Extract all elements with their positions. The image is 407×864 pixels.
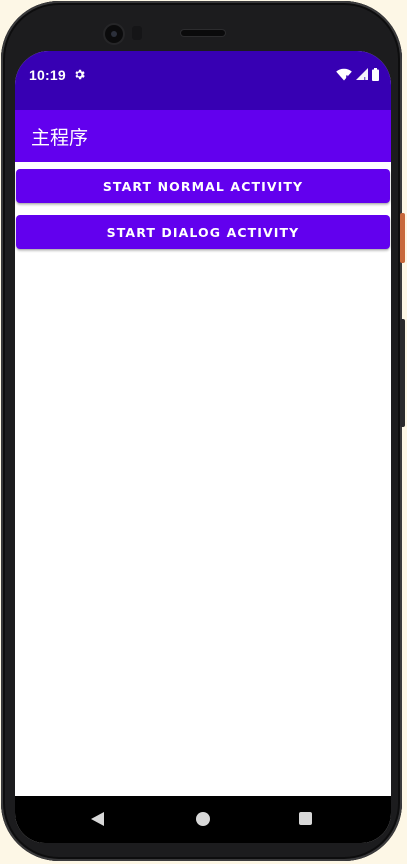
status-icons bbox=[336, 67, 379, 81]
front-camera bbox=[105, 25, 123, 43]
start-dialog-activity-button[interactable]: START DIALOG ACTIVITY bbox=[16, 215, 390, 249]
screen: 10:19 主程序 START NORMAL ACTIVITY START DI… bbox=[15, 51, 391, 843]
phone-frame: 10:19 主程序 START NORMAL ACTIVITY START DI… bbox=[1, 1, 405, 861]
proximity-sensor bbox=[132, 26, 142, 40]
recents-icon[interactable] bbox=[299, 812, 312, 825]
navigation-bar bbox=[15, 796, 391, 843]
app-bar: 主程序 bbox=[15, 110, 391, 162]
app-title: 主程序 bbox=[31, 127, 89, 149]
back-icon[interactable] bbox=[91, 812, 104, 826]
home-icon[interactable] bbox=[196, 812, 210, 826]
volume-rocker[interactable] bbox=[400, 319, 405, 427]
earpiece-speaker bbox=[181, 30, 225, 36]
start-normal-activity-button[interactable]: START NORMAL ACTIVITY bbox=[16, 169, 390, 203]
power-button[interactable] bbox=[400, 213, 405, 263]
signal-icon bbox=[356, 68, 368, 80]
wifi-icon bbox=[336, 68, 352, 81]
status-time: 10:19 bbox=[29, 67, 66, 83]
gear-icon bbox=[75, 69, 85, 80]
battery-icon bbox=[372, 67, 379, 81]
status-bar: 10:19 bbox=[15, 51, 391, 110]
